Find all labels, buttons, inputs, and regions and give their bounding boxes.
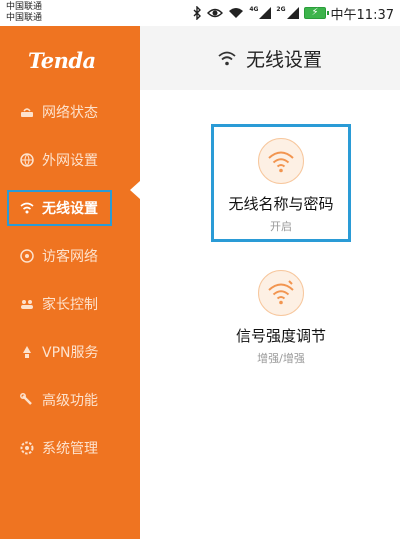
status-bar: 中国联通 中国联通 4G 2G ⚡ 中午11:37 xyxy=(0,0,400,26)
signal-icon xyxy=(259,7,272,19)
wifi-icon xyxy=(218,51,236,66)
sidebar-item-advanced[interactable]: 高级功能 xyxy=(0,382,140,418)
page-header: 无线设置 xyxy=(140,26,400,90)
eye-icon xyxy=(207,8,224,18)
card-status: 开启 xyxy=(270,220,292,233)
clock: 中午11:37 xyxy=(330,7,394,23)
globe-icon xyxy=(20,153,34,167)
page-title: 无线设置 xyxy=(245,48,322,71)
selection-highlight xyxy=(7,190,112,226)
sidebar-item-network-status[interactable]: 网络状态 xyxy=(0,94,140,130)
wifi-icon xyxy=(258,138,304,184)
sidebar-item-label: 高级功能 xyxy=(42,393,98,409)
guest-icon xyxy=(20,249,34,263)
sidebar-item-wan-settings[interactable]: 外网设置 xyxy=(0,142,140,178)
sidebar-item-label: 外网设置 xyxy=(42,153,98,169)
vpn-icon xyxy=(20,345,34,359)
gear-icon xyxy=(20,441,34,455)
wrench-icon xyxy=(20,393,34,407)
sidebar: Tenda 网络状态 外网设置 无线设置 访客网络 家长控制 VPN服务 高级功… xyxy=(0,26,140,539)
carrier-label-1: 中国联通 xyxy=(6,2,43,12)
sidebar-item-label: 访客网络 xyxy=(42,249,98,265)
sidebar-item-label: VPN服务 xyxy=(42,345,99,361)
battery-icon: ⚡ xyxy=(303,7,329,19)
signal-icon xyxy=(286,7,299,19)
sidebar-item-label: 家长控制 xyxy=(42,297,98,313)
card-status: 增强/增强 xyxy=(257,352,305,365)
network-type-label-2: 2G xyxy=(276,6,286,13)
network-type-label-1: 4G xyxy=(249,6,259,13)
sidebar-item-label: 网络状态 xyxy=(42,105,98,121)
sidebar-item-system[interactable]: 系统管理 xyxy=(0,430,140,466)
bluetooth-icon xyxy=(193,6,202,20)
parents-icon xyxy=(20,297,34,311)
sidebar-item-label: 系统管理 xyxy=(42,441,98,457)
active-pointer xyxy=(130,181,140,199)
card-title: 无线名称与密码 xyxy=(228,195,334,213)
sidebar-item-guest-network[interactable]: 访客网络 xyxy=(0,238,140,274)
tenda-logo: Tenda xyxy=(28,48,96,73)
signal-strength-icon xyxy=(258,270,304,316)
wifi-name-password-card[interactable]: 无线名称与密码 开启 xyxy=(211,124,351,242)
sidebar-item-parental-control[interactable]: 家长控制 xyxy=(0,286,140,322)
card-title: 信号强度调节 xyxy=(235,327,326,345)
sidebar-item-vpn[interactable]: VPN服务 xyxy=(0,334,140,370)
wifi-icon xyxy=(229,8,244,18)
carrier-label-2: 中国联通 xyxy=(6,13,43,23)
network-status-icon xyxy=(20,105,34,119)
signal-strength-card[interactable]: 信号强度调节 增强/增强 xyxy=(211,270,351,380)
sidebar-item-wireless-settings[interactable]: 无线设置 xyxy=(0,190,140,226)
